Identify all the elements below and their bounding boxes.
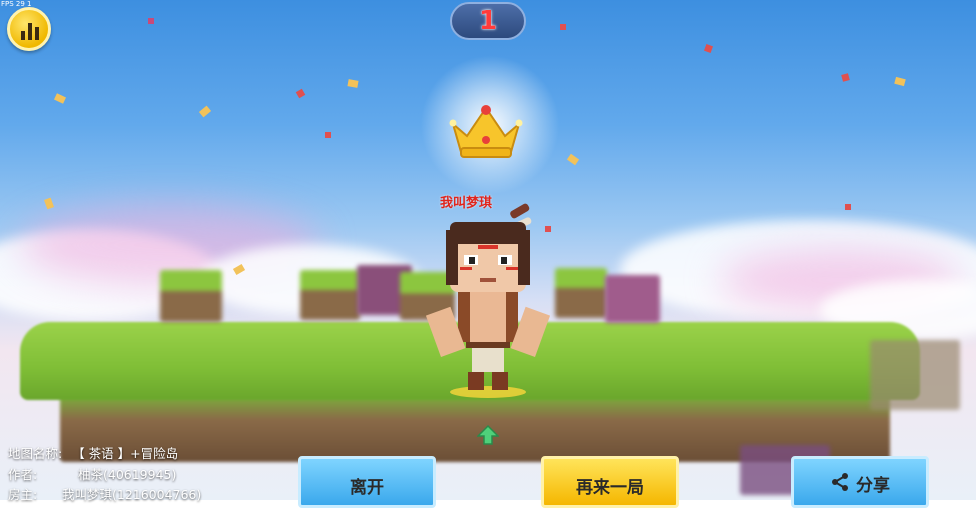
dirt-block	[870, 340, 960, 410]
author-label: 作者:	[8, 467, 38, 482]
stats-button[interactable]	[7, 7, 51, 51]
confetti-piece	[347, 79, 359, 88]
spawn-arrow-icon	[477, 424, 499, 445]
grass-block	[160, 270, 222, 322]
confetti-piece	[44, 197, 54, 210]
confetti-piece	[198, 105, 212, 118]
map-name-label: 地图名称:	[8, 446, 63, 461]
confetti-piece	[325, 132, 331, 138]
rank-indicator: 1	[450, 2, 526, 40]
confetti-piece	[566, 153, 580, 166]
confetti-piece	[704, 44, 713, 53]
share-icon	[832, 473, 848, 491]
author-value: 柚茶(40619945)	[77, 467, 177, 482]
map-name-row: 地图名称: 【 茶语 】+冒险岛	[8, 446, 179, 461]
crown-icon	[449, 105, 523, 158]
player-character	[425, 203, 551, 398]
play-again-button-label: 再来一局	[576, 478, 644, 498]
player-name: 我叫梦琪	[440, 196, 493, 211]
flower-block	[605, 275, 660, 323]
share-button-label: 分享	[856, 476, 890, 496]
rank-number: 1	[478, 6, 498, 36]
play-again-button[interactable]: 再来一局	[541, 456, 679, 508]
leave-button[interactable]: 离开	[298, 456, 436, 508]
confetti-piece	[148, 18, 154, 24]
confetti-piece	[845, 204, 851, 210]
game-scene	[0, 0, 976, 500]
share-button[interactable]: 分享	[791, 456, 929, 508]
bar-chart-icon	[21, 23, 39, 40]
confetti-piece	[841, 73, 850, 82]
confetti-piece	[53, 93, 67, 104]
grass-block	[300, 270, 360, 320]
confetti-piece	[295, 88, 306, 99]
map-name-value: 【 茶语 】+冒险岛	[72, 446, 179, 461]
author-row: 作者: 柚茶(40619945)	[8, 467, 177, 482]
confetti-piece	[545, 226, 551, 232]
leave-button-label: 离开	[350, 478, 384, 498]
grass-block	[555, 268, 607, 318]
confetti-piece	[894, 76, 906, 87]
confetti-piece	[560, 24, 566, 30]
